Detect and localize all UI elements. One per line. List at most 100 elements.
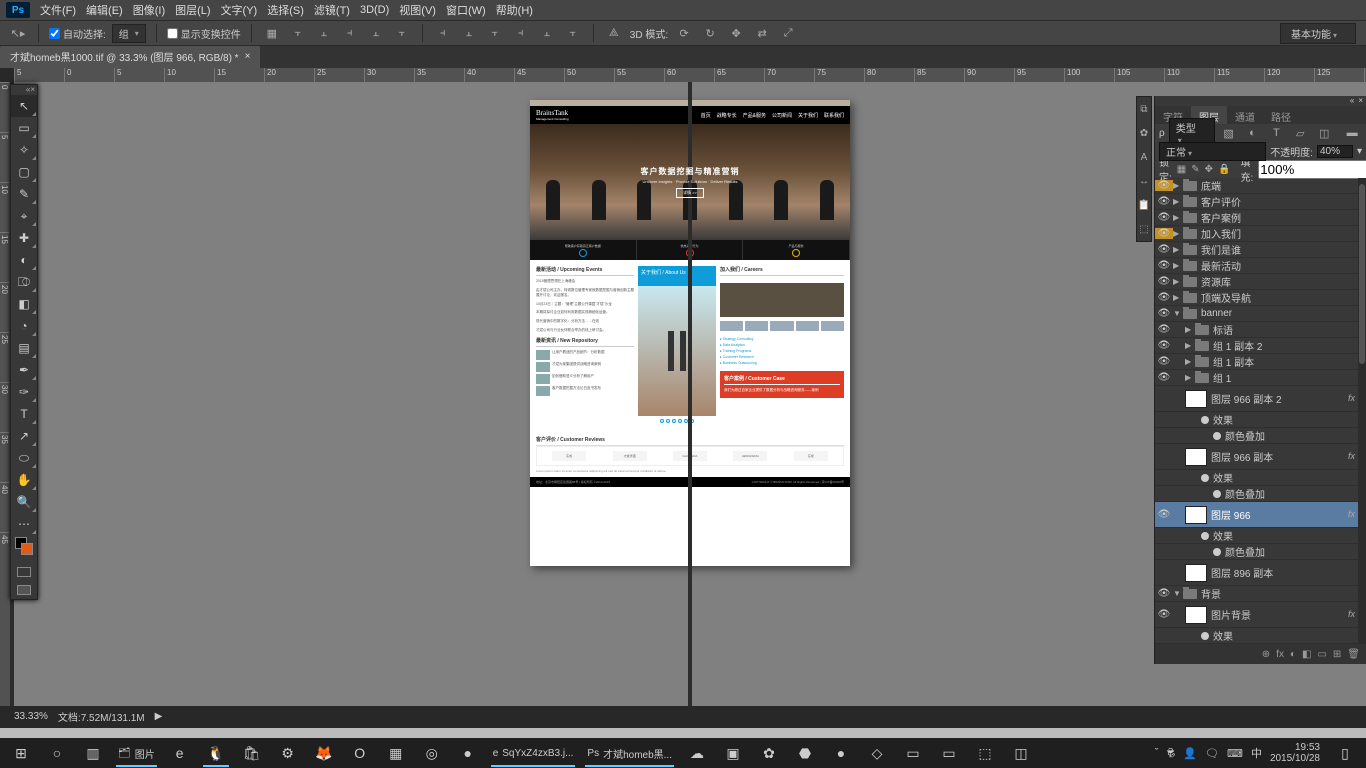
- visibility-toggle[interactable]: 👁: [1155, 609, 1173, 620]
- menu-window[interactable]: 窗口(W): [446, 2, 486, 18]
- layer-name[interactable]: 图层 966: [1211, 507, 1348, 522]
- tool-1[interactable]: ▭: [11, 117, 37, 139]
- tool-15[interactable]: ↗: [11, 425, 37, 447]
- tool-10[interactable]: ◔: [11, 315, 37, 337]
- taskbar-qq[interactable]: 🐧: [199, 739, 233, 767]
- panel-icon[interactable]: A: [1137, 145, 1151, 169]
- taskbar-chrome[interactable]: ◎: [415, 739, 449, 767]
- panel-action-icon[interactable]: ◐: [1290, 649, 1296, 660]
- taskbar-store[interactable]: 🛍: [235, 739, 269, 767]
- visibility-toggle[interactable]: 👁: [1155, 340, 1173, 351]
- layer-thumbnail[interactable]: [1185, 606, 1207, 624]
- disclosure-arrow-icon[interactable]: ▶: [1173, 245, 1183, 254]
- workspace-switcher[interactable]: 基本功能: [1280, 23, 1356, 44]
- document-canvas[interactable]: BrainsTankManagement Consulting 首页战略专长产品…: [530, 100, 850, 566]
- menu-image[interactable]: 图像(I): [133, 2, 165, 18]
- layer-row[interactable]: 👁图层 966fx ▾: [1155, 502, 1366, 528]
- zoom-level[interactable]: 33.33%: [14, 711, 48, 722]
- taskbar-app9[interactable]: ◫: [1004, 739, 1038, 767]
- lock-paint-icon[interactable]: ✎: [1191, 159, 1199, 179]
- panel-icon[interactable]: ⧉: [1137, 97, 1151, 121]
- taskbar-onedrive[interactable]: ☁: [680, 739, 714, 767]
- disclosure-arrow-icon[interactable]: ▼: [1173, 589, 1183, 598]
- layer-name[interactable]: 组 1: [1213, 370, 1366, 385]
- disclosure-arrow-icon[interactable]: ▶: [1185, 357, 1195, 366]
- 3d-orbit-icon[interactable]: ⟳: [674, 23, 694, 43]
- disclosure-arrow-icon[interactable]: ▶: [1185, 325, 1195, 334]
- 3d-slide-icon[interactable]: ⇄: [752, 23, 772, 43]
- layer-row[interactable]: 效果: [1155, 628, 1366, 644]
- lock-all-icon[interactable]: 🔒: [1218, 159, 1230, 179]
- taskbar-app4[interactable]: ⬣: [788, 739, 822, 767]
- layer-name[interactable]: 最新活动: [1201, 258, 1366, 273]
- visibility-toggle[interactable]: 👁: [1155, 180, 1173, 191]
- disclosure-arrow-icon[interactable]: ▶: [1173, 229, 1183, 238]
- layer-row[interactable]: 👁▼背景: [1155, 586, 1366, 602]
- filter-smart-icon[interactable]: ◫: [1314, 123, 1334, 143]
- align-icon[interactable]: ⫟: [288, 23, 308, 43]
- layer-name[interactable]: 图层 966 副本 2: [1211, 391, 1348, 406]
- lock-trans-icon[interactable]: ▦: [1177, 159, 1186, 179]
- taskbar-opera[interactable]: O: [343, 739, 377, 767]
- tray-icon[interactable]: 中: [1251, 745, 1262, 761]
- visibility-toggle[interactable]: 👁: [1155, 372, 1173, 383]
- tool-2[interactable]: ✧: [11, 139, 37, 161]
- dist-icon[interactable]: ⫟: [485, 23, 505, 43]
- layer-name[interactable]: 组 1 副本: [1213, 354, 1366, 369]
- layer-name[interactable]: 颜色叠加: [1225, 486, 1366, 501]
- visibility-toggle[interactable]: 👁: [1155, 588, 1173, 599]
- layer-name[interactable]: 标语: [1213, 322, 1366, 337]
- filter-toggle[interactable]: ▬: [1342, 123, 1362, 143]
- align-icon[interactable]: ⫠: [366, 23, 386, 43]
- taskbar-cortana[interactable]: ○: [40, 739, 74, 767]
- layer-name[interactable]: 顶端及导航: [1201, 290, 1366, 305]
- close-icon[interactable]: ×: [1358, 96, 1363, 106]
- tool-7[interactable]: ◐: [11, 249, 37, 271]
- taskbar-app6[interactable]: ▭: [896, 739, 930, 767]
- auto-select-target[interactable]: 组: [112, 24, 146, 43]
- tool-3[interactable]: ▢: [11, 161, 37, 183]
- dist-icon[interactable]: ⫠: [459, 23, 479, 43]
- filter-shape-icon[interactable]: ▱: [1290, 123, 1310, 143]
- taskbar-app2[interactable]: ▣: [716, 739, 750, 767]
- taskbar-app1[interactable]: ●: [451, 739, 485, 767]
- visibility-toggle[interactable]: 👁: [1155, 212, 1173, 223]
- layer-name[interactable]: 资源库: [1201, 274, 1366, 289]
- layer-thumbnail[interactable]: [1185, 390, 1207, 408]
- close-icon[interactable]: ×: [245, 51, 251, 62]
- disclosure-arrow-icon[interactable]: ▶: [1173, 277, 1183, 286]
- collapse-icon[interactable]: «: [1350, 96, 1354, 106]
- doc-size[interactable]: 文档:7.52M/131.1M: [58, 709, 145, 724]
- layer-row[interactable]: 👁▶组 1 副本 2: [1155, 338, 1366, 354]
- visibility-toggle[interactable]: 👁: [1155, 228, 1173, 239]
- tray-icon[interactable]: 🕏: [1166, 742, 1175, 764]
- panel-icon[interactable]: 📋: [1137, 193, 1151, 217]
- layer-row[interactable]: 👁图片背景fx ▾: [1155, 602, 1366, 628]
- layer-name[interactable]: 颜色叠加: [1225, 428, 1366, 443]
- disclosure-arrow-icon[interactable]: ▶: [1173, 213, 1183, 222]
- layer-row[interactable]: 👁▶顶端及导航: [1155, 290, 1366, 306]
- dist-icon[interactable]: ⫠: [537, 23, 557, 43]
- taskbar-app3[interactable]: ✿: [752, 739, 786, 767]
- layer-row[interactable]: 👁▼banner: [1155, 306, 1366, 322]
- opacity-scrub-icon[interactable]: ▾: [1357, 146, 1362, 157]
- align-icon[interactable]: ⫞: [340, 23, 360, 43]
- panel-action-icon[interactable]: fx: [1276, 649, 1284, 660]
- auto-select-check[interactable]: 自动选择:: [49, 26, 106, 41]
- disclosure-arrow-icon[interactable]: ▶: [1185, 373, 1195, 382]
- taskbar-start[interactable]: ⊞: [4, 739, 38, 767]
- visibility-toggle[interactable]: 👁: [1155, 509, 1173, 520]
- tool-17[interactable]: ✋: [11, 469, 37, 491]
- layer-thumbnail[interactable]: [1185, 564, 1207, 582]
- document-tab[interactable]: 才斌homeb黑1000.tif @ 33.3% (图层 966, RGB/8)…: [0, 45, 260, 68]
- layer-name[interactable]: 底端: [1201, 178, 1366, 193]
- taskbar-app5[interactable]: ●: [824, 739, 858, 767]
- layer-thumbnail[interactable]: [1185, 448, 1207, 466]
- menu-type[interactable]: 文字(Y): [221, 2, 258, 18]
- layer-name[interactable]: 效果: [1213, 470, 1366, 485]
- filter-adjust-icon[interactable]: ◐: [1243, 123, 1263, 143]
- taskbar-explorer[interactable]: 🗂图片: [112, 739, 161, 767]
- color-swatch[interactable]: [11, 535, 37, 563]
- layer-name[interactable]: 效果: [1213, 412, 1366, 427]
- panel-action-icon[interactable]: ⊞: [1333, 649, 1341, 660]
